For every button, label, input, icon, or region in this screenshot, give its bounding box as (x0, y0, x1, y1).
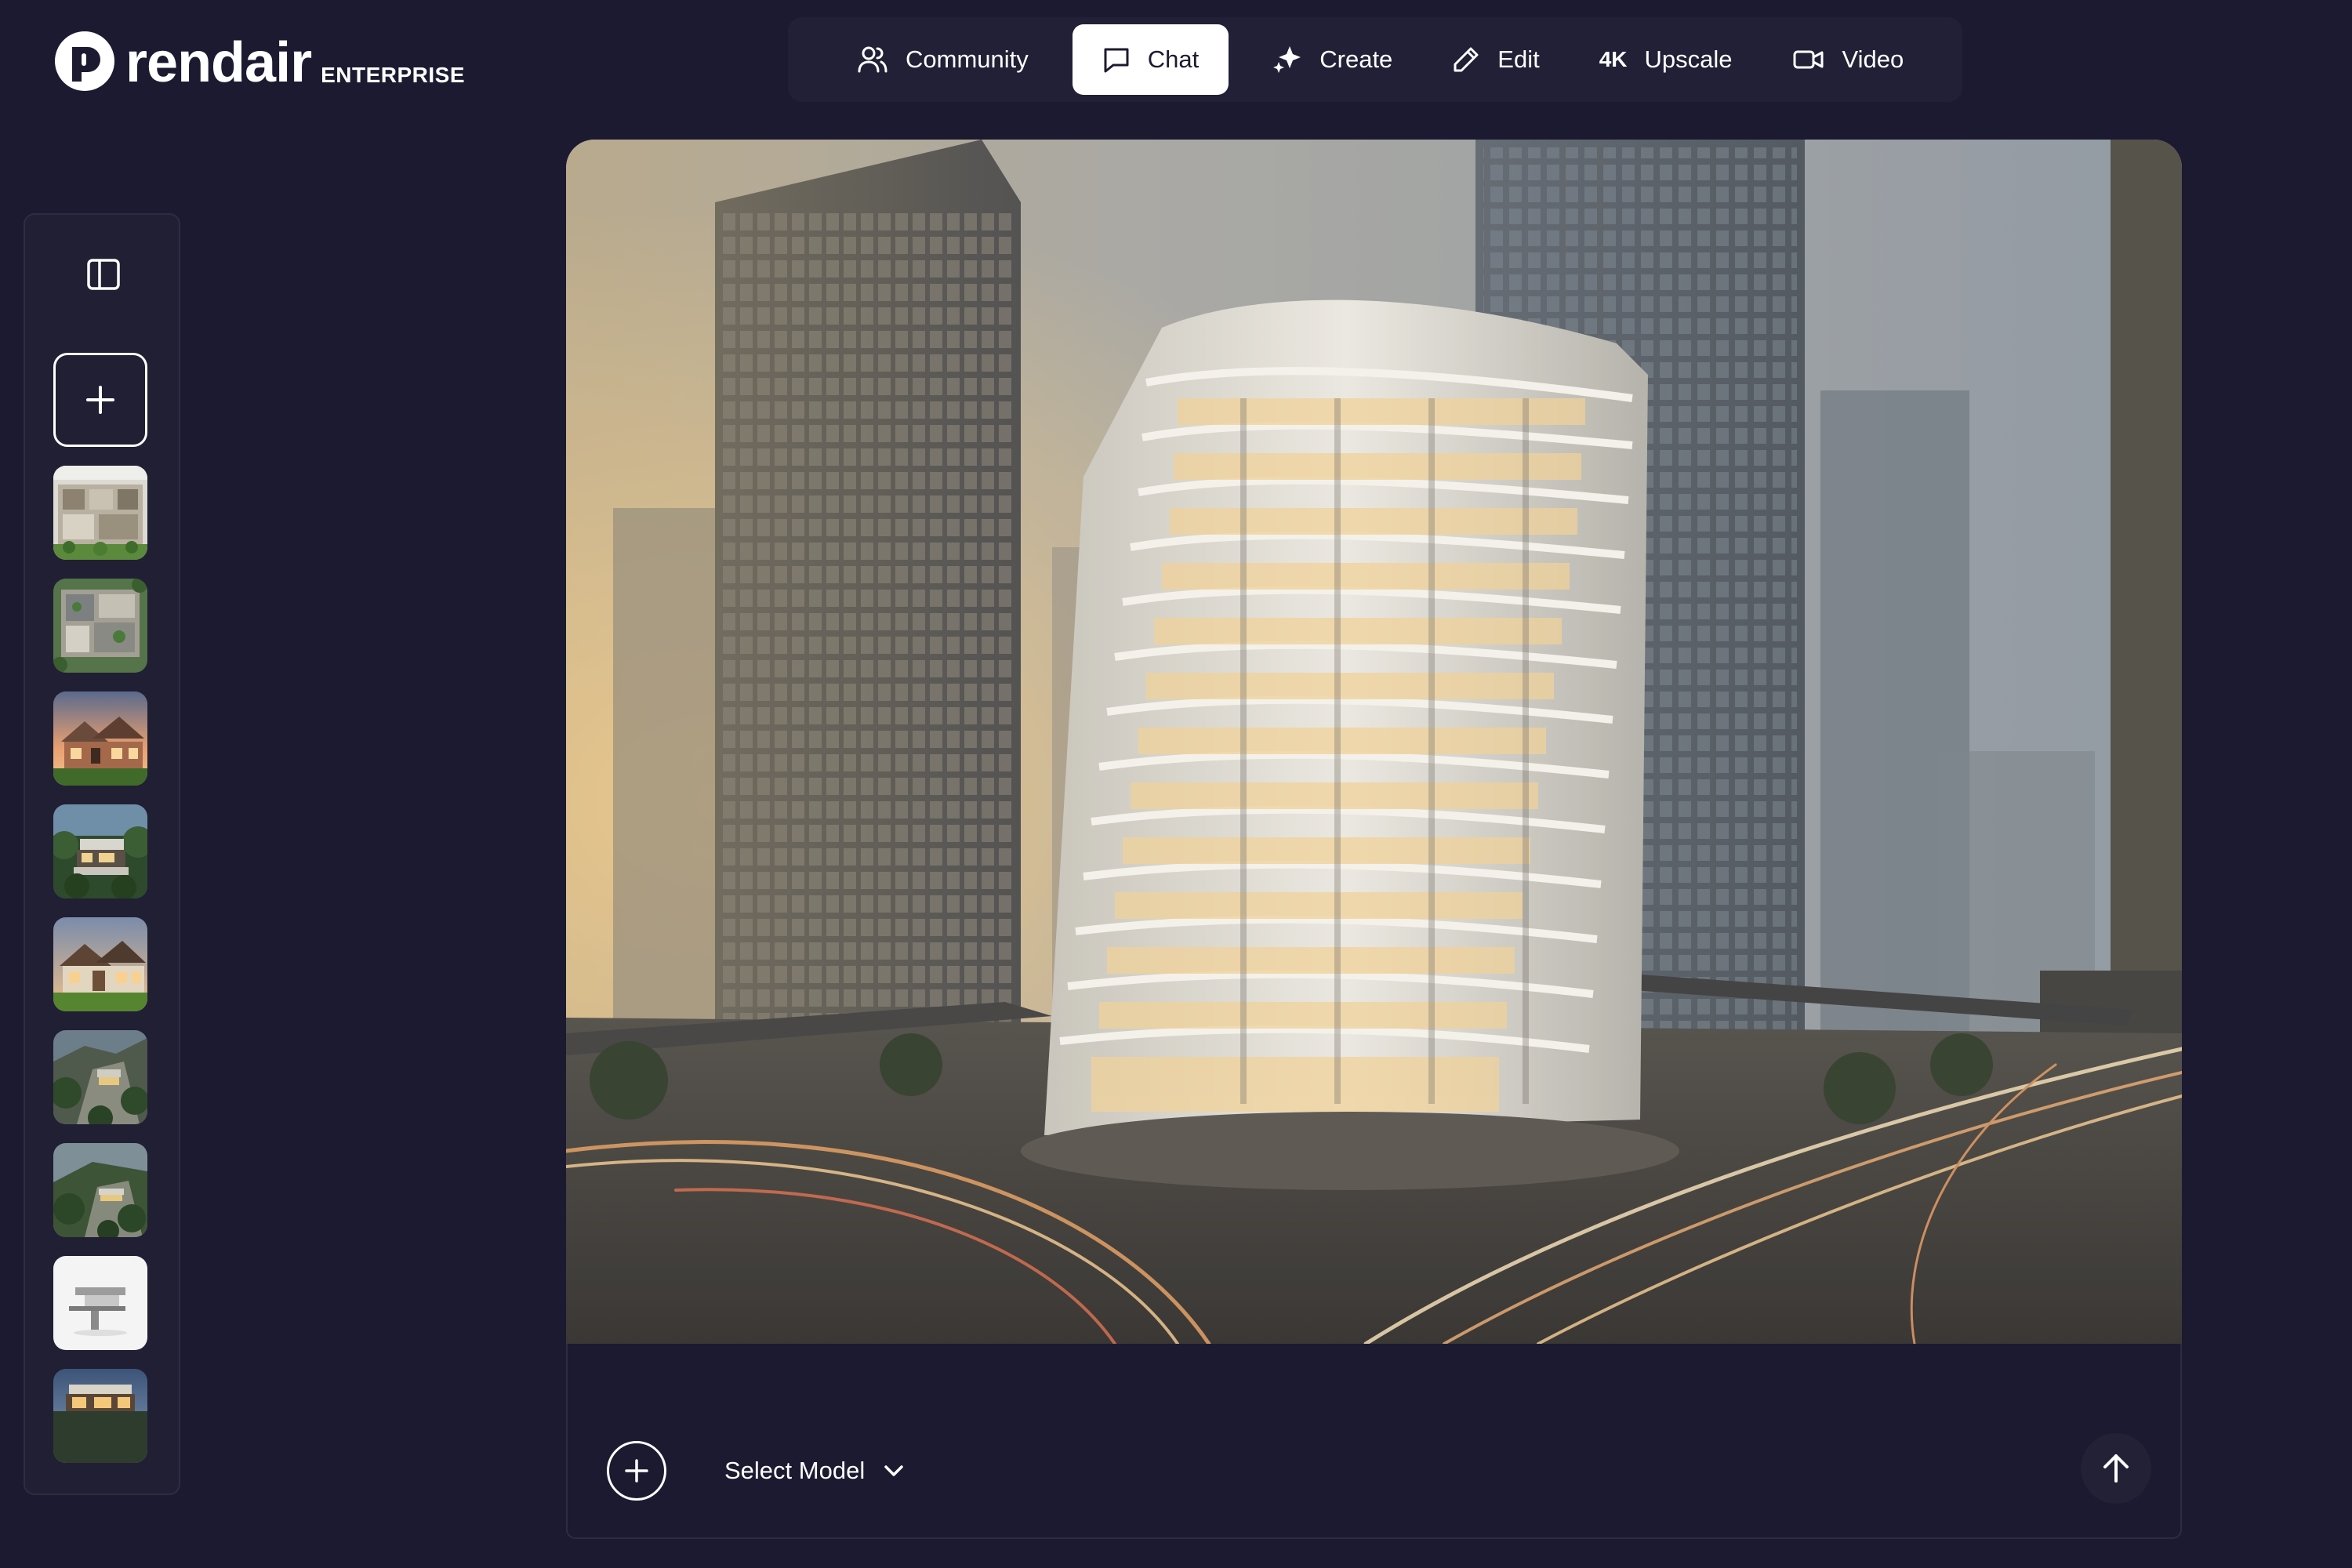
chevron-down-icon (884, 1465, 903, 1476)
chat-composer: Select Model (566, 1344, 2182, 1539)
nav-community[interactable]: Community (827, 24, 1058, 95)
nav-edit[interactable]: Edit (1422, 24, 1569, 95)
brand-tier: ENTERPRISE (321, 63, 466, 87)
history-thumbnail[interactable] (53, 1030, 147, 1124)
upscale-4k-badge: 4K (1599, 47, 1628, 71)
nav-upscale[interactable]: 4K Upscale (1570, 24, 1762, 95)
video-camera-icon (1793, 50, 1824, 69)
nav-chat[interactable]: Chat (1072, 24, 1229, 95)
history-thumbnail[interactable] (53, 579, 147, 673)
history-thumbnail[interactable] (53, 1143, 147, 1237)
pencil-icon (1454, 47, 1479, 72)
plus-icon (86, 386, 114, 414)
history-thumbnail[interactable] (53, 466, 147, 560)
nav-create-label: Create (1319, 45, 1393, 73)
history-sidebar (24, 213, 180, 1495)
model-selector-label: Select Model (724, 1457, 866, 1484)
new-chat-button[interactable] (53, 353, 147, 447)
nav-create[interactable]: Create (1243, 24, 1422, 95)
history-thumbnail[interactable] (53, 691, 147, 786)
history-thumbnail[interactable] (53, 1256, 147, 1350)
generated-image[interactable] (566, 140, 2182, 1344)
chat-bubble-icon (1104, 48, 1129, 73)
nav-community-label: Community (906, 45, 1029, 73)
attach-button[interactable] (607, 1441, 666, 1501)
sparkle-icon (1273, 46, 1301, 73)
arrow-up-icon (2103, 1454, 2129, 1483)
sidebar-panel-icon[interactable] (85, 256, 122, 293)
nav-chat-label: Chat (1147, 45, 1200, 73)
nav-upscale-label: Upscale (1644, 45, 1733, 73)
model-selector[interactable]: Select Model (724, 1454, 904, 1488)
top-navigation: Community Chat Create Edit 4K Upscale Vi… (788, 17, 1962, 102)
nav-video[interactable]: Video (1762, 24, 1934, 95)
logo-mark-icon (55, 31, 114, 91)
send-button[interactable] (2081, 1433, 2151, 1504)
history-thumbnail[interactable] (53, 917, 147, 1011)
nav-edit-label: Edit (1497, 45, 1540, 73)
nav-video-label: Video (1842, 45, 1904, 73)
history-thumbnail[interactable] (53, 1369, 147, 1463)
brand-name: rendair (125, 31, 312, 94)
history-thumbnail[interactable] (53, 804, 147, 898)
plus-circle-icon (625, 1459, 648, 1483)
brand-logo[interactable]: rendair ENTERPRISE (55, 28, 465, 91)
users-icon (858, 46, 887, 73)
